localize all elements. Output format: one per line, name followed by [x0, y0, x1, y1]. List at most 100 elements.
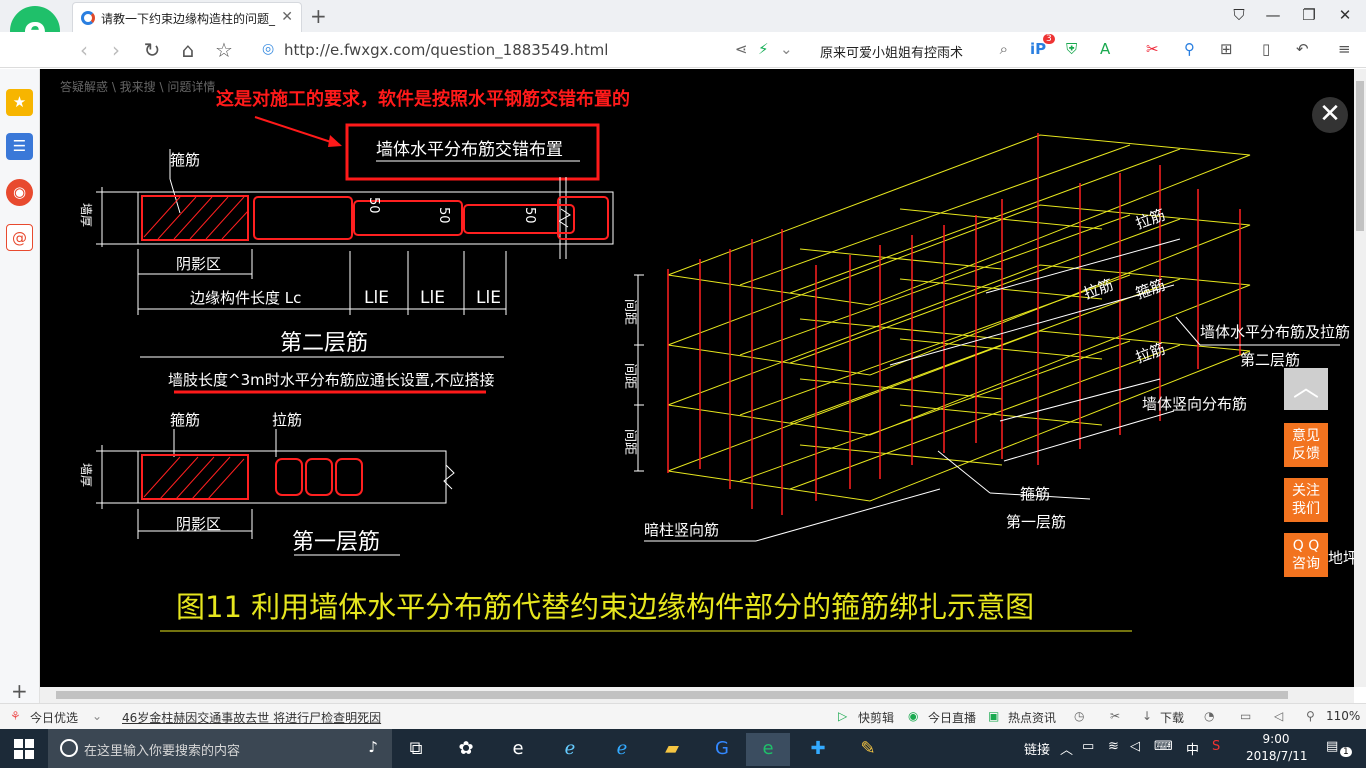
notification-center-icon[interactable]: ▤ — [1326, 739, 1338, 754]
new-tab-button[interactable]: + — [310, 4, 327, 28]
minimize-button[interactable]: — — [1258, 4, 1288, 28]
app-g-icon[interactable]: G — [700, 733, 744, 766]
shield-icon[interactable]: ⛨ — [1066, 40, 1077, 58]
iso-stirrup-top-label: 箍筋 — [1133, 276, 1167, 303]
horizontal-scrollbar[interactable] — [40, 687, 1354, 703]
reading-mode-icon[interactable]: ▯ — [1262, 40, 1270, 58]
tray-up-chevron-icon[interactable]: ︿ — [1060, 739, 1073, 758]
figure-caption: 图11 利用墙体水平分布筋代替约束边缘构件部分的箍筋绑扎示意图 — [176, 590, 1034, 624]
apps-grid-icon[interactable]: ⊞ — [1220, 40, 1233, 58]
first-layer-title: 第一层筋 — [292, 530, 380, 555]
download-link[interactable]: 下载 — [1160, 709, 1184, 726]
system-clock[interactable]: 9:00 2018/7/11 — [1246, 731, 1308, 765]
feedback-label-1: 意见 — [1292, 428, 1320, 444]
iso-tie-label-2: 拉筋 — [1081, 276, 1115, 303]
today-picks-link[interactable]: 今日优选 — [30, 709, 78, 726]
active-browser-task-icon[interactable]: e — [746, 733, 790, 766]
window-close-button[interactable]: ✕ — [1330, 4, 1360, 28]
status-bar: ⚘ 今日优选 ⌄ 46岁金柱赫因交通事故去世 将进行尸检查明死因 ▷ 快剪辑 ◉… — [0, 703, 1366, 729]
vertical-scrollbar[interactable] — [1354, 69, 1366, 687]
chevron-down-icon[interactable]: ⌄ — [780, 40, 793, 58]
back-to-top-button[interactable]: ︿ — [1284, 368, 1328, 410]
url-text[interactable]: http://e.fwxgx.com/question_1883549.html — [284, 41, 608, 59]
scissors-icon[interactable]: ✂ — [1146, 40, 1159, 58]
search-icon[interactable]: ⌕ — [1000, 40, 1008, 58]
microphone-icon[interactable]: ♪ — [368, 738, 378, 756]
zoom-level[interactable]: 110% — [1326, 709, 1360, 723]
task-view-icon[interactable]: ⧉ — [394, 733, 438, 766]
ie-browser-icon-alt[interactable]: ℯ — [548, 733, 592, 766]
address-bar[interactable]: ◎ http://e.fwxgx.com/question_1883549.ht… — [258, 37, 803, 63]
site-info-icon[interactable]: ◎ — [262, 41, 274, 57]
iso-stirrup-bottom-label: 箍筋 — [1020, 485, 1050, 503]
clock-time: 9:00 — [1262, 732, 1290, 746]
wall-length-note: 墙肢长度^3m时水平分布筋应通长设置,不应搭接 — [168, 371, 495, 389]
wifi-icon[interactable]: ≋ — [1108, 739, 1119, 754]
back-button[interactable]: ‹ — [72, 38, 96, 62]
volume-icon[interactable]: ◁ — [1130, 739, 1140, 754]
weibo-icon[interactable]: ◉ — [6, 179, 33, 206]
home-button[interactable]: ⌂ — [176, 38, 200, 62]
today-live-link[interactable]: 今日直播 — [928, 709, 976, 726]
horizontal-scroll-thumb[interactable] — [56, 691, 1288, 699]
refresh-button[interactable]: ↻ — [140, 38, 164, 62]
search-box[interactable]: 原来可爱小姐姐有控雨术 ⌕ — [812, 37, 1012, 63]
links-toolbar-label[interactable]: 链接 — [1024, 739, 1050, 758]
iso-tie-label-3: 拉筋 — [1133, 340, 1167, 367]
pinwheel-app-icon[interactable]: ✿ — [444, 733, 488, 766]
boundary-length-label: 边缘构件长度 Lc — [190, 289, 301, 307]
file-explorer-icon[interactable]: ▰ — [650, 733, 694, 766]
forward-button[interactable]: › — [104, 38, 128, 62]
app-cross-icon[interactable]: ✚ — [796, 733, 840, 766]
internet-explorer-icon[interactable]: ℯ — [600, 733, 644, 766]
favorites-star-icon[interactable]: ★ — [6, 89, 33, 116]
search-query-text[interactable]: 原来可爱小姐姐有控雨术 — [820, 42, 963, 61]
restore-button[interactable]: ❐ — [1294, 4, 1324, 28]
edge-browser-icon[interactable]: e — [496, 733, 540, 766]
offset-label-a: 50 — [366, 197, 381, 214]
clock-date: 2018/7/11 — [1246, 749, 1308, 763]
shirt-skin-icon[interactable]: ⛉ — [1224, 4, 1254, 28]
feedback-button[interactable]: 意见 反馈 — [1284, 423, 1328, 467]
favorite-star-button[interactable]: ☆ — [212, 38, 236, 62]
viewer-close-button[interactable]: ✕ — [1312, 97, 1348, 133]
boxed-label: 墙体水平分布筋交错布置 — [376, 140, 563, 160]
vertical-scroll-thumb[interactable] — [1356, 81, 1364, 231]
news-headline-link[interactable]: 46岁金柱赫因交通事故去世 将进行尸检查明死因 — [122, 709, 381, 726]
taskbar-search-placeholder[interactable]: 在这里输入你要搜索的内容 — [84, 740, 240, 759]
speed-icon[interactable]: ◷ — [1074, 709, 1084, 723]
image-viewer: 答疑解惑 \ 我来搜 \ 问题详情 这是对施工的要求，软件是按照水平钢筋交错布置… — [40, 69, 1354, 687]
qq-consult-button[interactable]: Q Q 咨询 — [1284, 533, 1328, 577]
battery-icon[interactable]: ▭ — [1082, 739, 1094, 754]
speed-bolt-icon[interactable]: ⚡ — [758, 40, 769, 58]
notes-app-icon[interactable]: ✎ — [846, 733, 890, 766]
quick-clip-link[interactable]: 快剪辑 — [858, 709, 894, 726]
menu-icon[interactable]: ≡ — [1338, 40, 1351, 58]
zoom-icon[interactable]: ⚲ — [1306, 709, 1315, 723]
hot-news-link[interactable]: 热点资讯 — [1008, 709, 1056, 726]
tools-icon[interactable]: ✂ — [1110, 709, 1120, 723]
translate-icon[interactable]: A — [1100, 40, 1110, 58]
iso-layer-one-label: 第一层筋 — [1006, 513, 1066, 531]
keyboard-icon[interactable]: ⌨ — [1154, 739, 1173, 754]
reading-list-icon[interactable]: ☰ — [6, 133, 33, 160]
start-button[interactable] — [0, 729, 48, 768]
share-icon[interactable]: ⋖ — [735, 40, 748, 58]
window-icon[interactable]: ▭ — [1240, 709, 1251, 723]
magnifier-icon[interactable]: ⚲ — [1184, 40, 1195, 58]
tab-close-icon[interactable]: ✕ — [281, 9, 293, 25]
accelerate-icon[interactable]: ◔ — [1204, 709, 1214, 723]
chevron-down-icon[interactable]: ⌄ — [92, 709, 102, 723]
follow-us-button[interactable]: 关注 我们 — [1284, 478, 1328, 522]
notification-count: 1 — [1340, 747, 1352, 757]
undo-icon[interactable]: ↶ — [1296, 40, 1309, 58]
follow-label-2: 我们 — [1292, 501, 1320, 517]
email-at-icon[interactable]: @ — [6, 224, 33, 251]
mute-icon[interactable]: ◁ — [1274, 709, 1283, 723]
sidebar-add-icon[interactable]: + — [11, 679, 28, 703]
left-sidebar: ★ ☰ ◉ @ + — [0, 69, 40, 703]
browser-tab[interactable]: 请教一下约束边缘构造柱的问题_ ✕ — [72, 2, 302, 32]
ime-language-indicator[interactable]: 中 — [1186, 739, 1199, 758]
sogou-ime-icon[interactable]: S — [1212, 739, 1220, 754]
taskbar-search-box[interactable]: 在这里输入你要搜索的内容 ♪ — [48, 729, 392, 768]
